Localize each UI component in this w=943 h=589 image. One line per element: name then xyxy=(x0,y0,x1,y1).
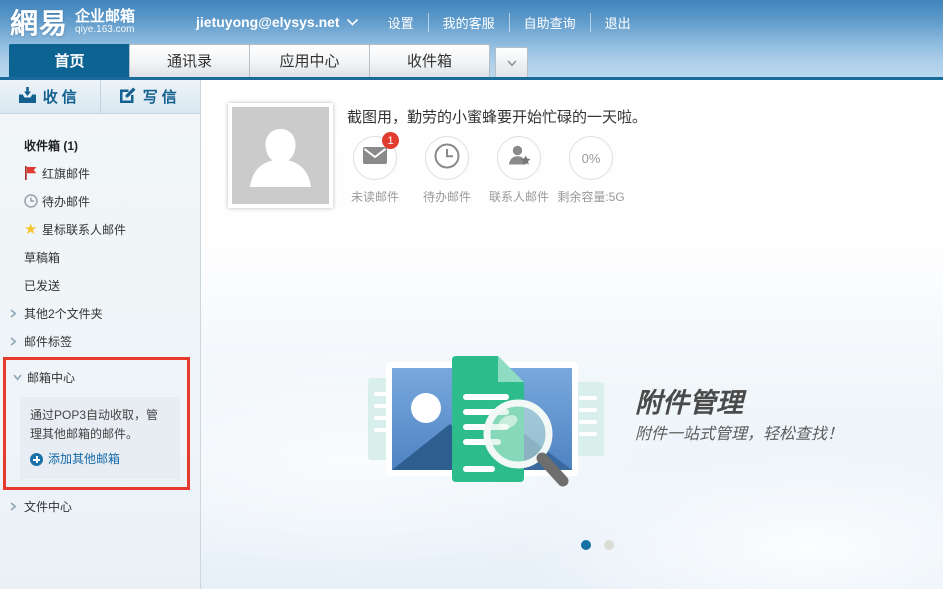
top-links: 设置 我的客服 自助查询 退出 xyxy=(374,13,645,32)
brand-logo-text: 網易 xyxy=(10,2,68,42)
settings-link[interactable]: 设置 xyxy=(374,13,428,32)
stats-row: 1 未读邮件 待办邮件 联系人邮件 xyxy=(339,136,627,205)
attachment-illustration[interactable] xyxy=(366,350,606,497)
folder-menu: 收件箱 (1) 红旗邮件 待办邮件 ★ 星标联系人邮件 xyxy=(0,114,200,520)
receive-mail-icon xyxy=(19,87,36,107)
tab-overflow-button[interactable] xyxy=(495,47,528,77)
product-domain: qiye.163.com xyxy=(75,25,135,36)
chevron-down-icon xyxy=(507,54,517,72)
mailbox-center-highlight: 邮箱中心 通过POP3自动收取，管理其他邮箱的邮件。 添加其他邮箱 xyxy=(3,357,190,490)
sidebar-item-file-center[interactable]: 文件中心 xyxy=(0,492,200,520)
pop3-description: 通过POP3自动收取，管理其他邮箱的邮件。 xyxy=(30,406,170,444)
quota-stat[interactable]: 0% 剩余容量:5G xyxy=(555,136,627,205)
unread-mail-stat[interactable]: 1 未读邮件 xyxy=(339,136,411,205)
sidebar-item-todo-mail[interactable]: 待办邮件 xyxy=(0,187,200,215)
self-service-link[interactable]: 自助查询 xyxy=(509,13,590,32)
header: 網易 企业邮箱 qiye.163.com jietuyong@elysys.ne… xyxy=(0,0,943,80)
carousel-dots xyxy=(581,540,614,550)
tab-inbox[interactable]: 收件箱 xyxy=(369,44,490,77)
main-tabs: 首页 通讯录 应用中心 收件箱 xyxy=(10,44,528,77)
logout-link[interactable]: 退出 xyxy=(590,13,645,32)
sidebar-item-mailbox-center[interactable]: 邮箱中心 xyxy=(6,363,187,391)
sidebar-item-inbox[interactable]: 收件箱 (1) xyxy=(0,131,200,159)
chevron-right-icon xyxy=(10,502,24,511)
sidebar-item-drafts[interactable]: 草稿箱 xyxy=(0,243,200,271)
star-icon: ★ xyxy=(24,222,42,237)
carousel-dot-2[interactable] xyxy=(604,540,614,550)
compose-mail-icon xyxy=(120,87,136,107)
plus-icon xyxy=(30,453,43,466)
main-content: 截图用，勤劳的小蜜蜂要开始忙碌的一天啦。 1 未读邮件 待办邮件 xyxy=(201,80,943,589)
webmail-app: 網易 企业邮箱 qiye.163.com jietuyong@elysys.ne… xyxy=(0,0,943,589)
mail-actions: 收信 写信 xyxy=(0,80,200,114)
chevron-down-icon xyxy=(347,19,358,26)
chevron-right-icon xyxy=(10,337,24,346)
greeting-text: 截图用，勤劳的小蜜蜂要开始忙碌的一天啦。 xyxy=(347,106,647,127)
todo-mail-stat[interactable]: 待办邮件 xyxy=(411,136,483,205)
netease-logo[interactable]: 網易 企业邮箱 qiye.163.com xyxy=(10,2,196,42)
receive-mail-label: 收信 xyxy=(43,86,81,107)
compose-mail-label: 写信 xyxy=(143,86,181,107)
compose-mail-button[interactable]: 写信 xyxy=(100,80,201,113)
top-bar: 網易 企业邮箱 qiye.163.com jietuyong@elysys.ne… xyxy=(0,0,943,44)
sidebar-item-other-folders[interactable]: 其他2个文件夹 xyxy=(0,299,200,327)
quota-percent: 0% xyxy=(582,151,601,166)
pop3-description-panel: 通过POP3自动收取，管理其他邮箱的邮件。 添加其他邮箱 xyxy=(20,397,180,479)
account-menu[interactable]: jietuyong@elysys.net xyxy=(196,14,358,30)
chevron-right-icon xyxy=(10,309,24,318)
tab-home[interactable]: 首页 xyxy=(9,44,130,77)
red-flag-icon xyxy=(24,166,42,180)
clock-icon xyxy=(434,143,460,174)
account-email: jietuyong@elysys.net xyxy=(196,14,340,30)
customer-service-link[interactable]: 我的客服 xyxy=(428,13,509,32)
envelope-icon xyxy=(363,147,387,169)
banner-subtitle: 附件一站式管理，轻松查找！ xyxy=(635,420,843,444)
clock-icon xyxy=(24,194,42,208)
receive-mail-button[interactable]: 收信 xyxy=(0,80,100,113)
carousel-dot-1[interactable] xyxy=(581,540,591,550)
banner-title: 附件管理 xyxy=(635,381,743,420)
unread-count-badge: 1 xyxy=(382,132,399,149)
add-other-mailbox-link[interactable]: 添加其他邮箱 xyxy=(30,450,170,469)
sidebar: 收信 写信 收件箱 (1) 红旗邮件 xyxy=(0,80,201,589)
person-silhouette-icon xyxy=(232,107,329,204)
tab-contacts[interactable]: 通讯录 xyxy=(129,44,250,77)
avatar[interactable] xyxy=(228,103,333,208)
sidebar-item-mail-tags[interactable]: 邮件标签 xyxy=(0,327,200,355)
sidebar-item-sent[interactable]: 已发送 xyxy=(0,271,200,299)
tab-app-center[interactable]: 应用中心 xyxy=(249,44,370,77)
contact-star-icon xyxy=(507,144,532,172)
contacts-mail-stat[interactable]: 联系人邮件 xyxy=(483,136,555,205)
sidebar-item-flagged-mail[interactable]: 红旗邮件 xyxy=(0,159,200,187)
product-name: 企业邮箱 xyxy=(75,9,135,25)
sidebar-item-starred-contacts-mail[interactable]: ★ 星标联系人邮件 xyxy=(0,215,200,243)
chevron-down-icon xyxy=(13,374,27,381)
